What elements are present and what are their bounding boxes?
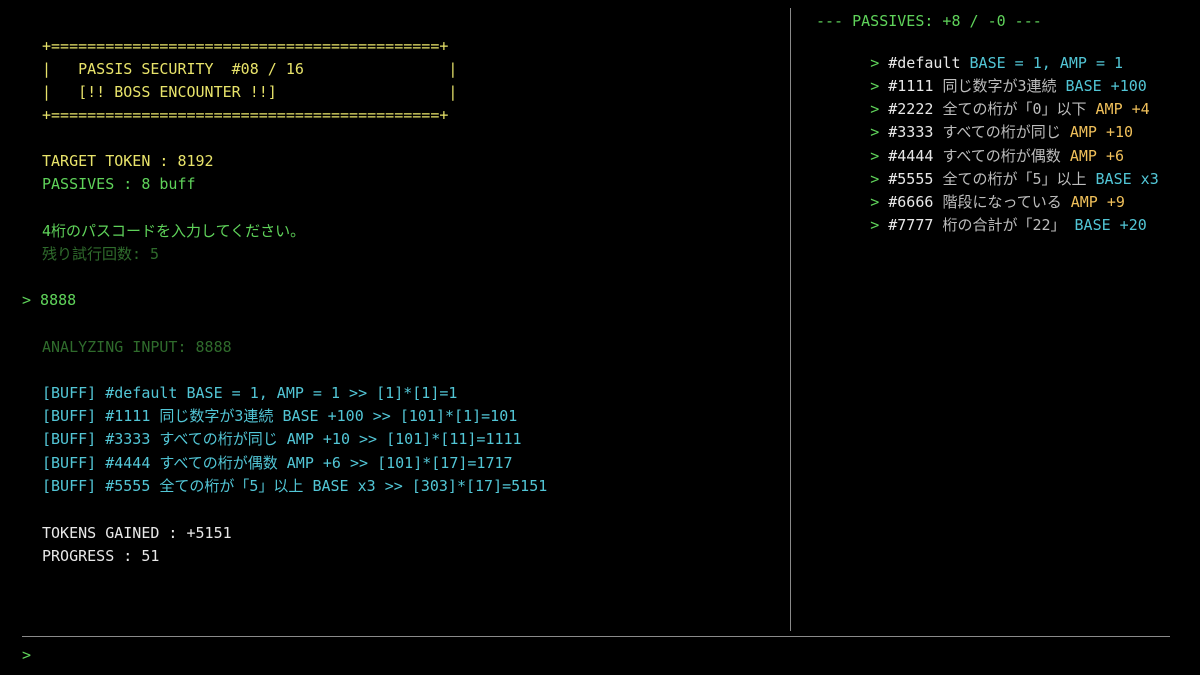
passive-marker: > <box>870 216 880 234</box>
user-input-echo: > 8888 <box>22 291 77 309</box>
terminal-screen: +=======================================… <box>0 0 1200 675</box>
passives-count: PASSIVES : 8 buff <box>42 175 196 193</box>
banner-top-border: +=======================================… <box>42 37 449 55</box>
command-prompt-symbol: > <box>22 646 32 664</box>
target-token: TARGET TOKEN : 8192 <box>42 152 214 170</box>
progress: PROGRESS : 51 <box>42 547 160 565</box>
remaining-attempts: 残り試行回数: 5 <box>42 245 160 263</box>
panel-divider <box>790 8 791 631</box>
passcode-instruction: 4桁のパスコードを入力してください。 <box>42 222 306 240</box>
buff-line: [BUFF] #4444 すべての桁が偶数 AMP +6 >> [101]*[1… <box>42 454 513 472</box>
banner-bottom-border: +=======================================… <box>42 106 449 124</box>
passive-effect: BASE +20 <box>1074 216 1147 234</box>
tokens-gained: TOKENS GAINED : +5151 <box>42 524 232 542</box>
banner-title: | PASSIS SECURITY #08 / 16 | <box>42 60 458 78</box>
buff-line: [BUFF] #1111 同じ数字が3連続 BASE +100 >> [101]… <box>42 407 518 425</box>
banner-subtitle: | [!! BOSS ENCOUNTER !!] | <box>42 83 458 101</box>
command-divider <box>22 636 1170 637</box>
passive-id: #7777 <box>888 216 934 234</box>
buff-line: [BUFF] #3333 すべての桁が同じ AMP +10 >> [101]*[… <box>42 430 522 448</box>
analyzing-input: ANALYZING INPUT: 8888 <box>42 338 232 356</box>
passives-header: --- PASSIVES: +8 / -0 --- <box>816 12 1042 30</box>
command-input[interactable]: > <box>22 646 1170 666</box>
buff-line: [BUFF] #5555 全ての桁が「5」以上 BASE x3 >> [303]… <box>42 477 548 495</box>
passive-item: > #7777 桁の合計が「22」 BASE +20 <box>816 198 1147 252</box>
passive-desc: 桁の合計が「22」 <box>942 216 1066 234</box>
buff-line: [BUFF] #default BASE = 1, AMP = 1 >> [1]… <box>42 384 458 402</box>
